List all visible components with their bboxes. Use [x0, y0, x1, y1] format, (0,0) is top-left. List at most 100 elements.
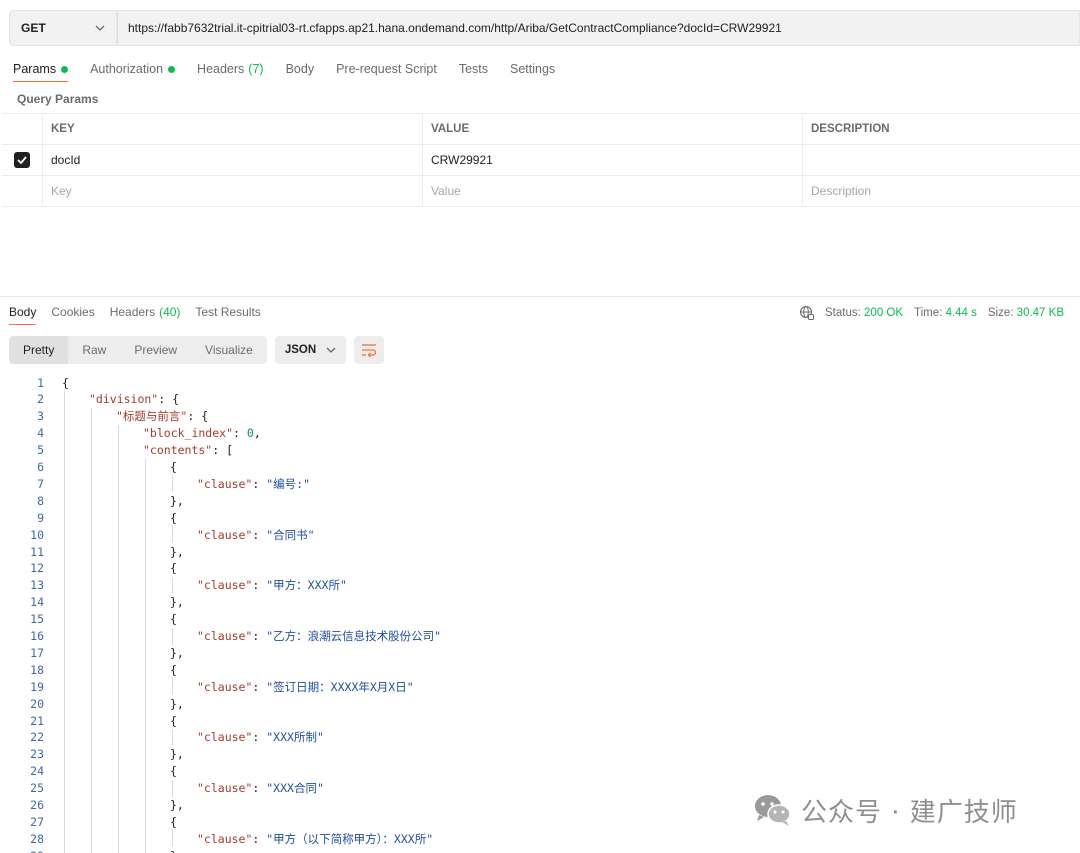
indent-guide [118, 661, 119, 679]
indent-guide [91, 712, 92, 729]
indent-guide [145, 678, 146, 696]
view-options: Pretty Raw Preview Visualize JSON [9, 336, 384, 364]
code-text: "contents": [ [143, 443, 234, 458]
line-number: 20 [30, 696, 44, 711]
tab-response-body[interactable]: Body [9, 305, 37, 325]
checkbox[interactable] [14, 152, 30, 168]
indent-guide [64, 762, 65, 780]
param-key-cell[interactable]: docId [43, 145, 423, 175]
indent-guide [145, 492, 146, 510]
code-line: 20}, [0, 695, 1080, 713]
format-select[interactable]: JSON [274, 336, 346, 364]
code-line: 6{ [0, 458, 1080, 476]
indent-guide [172, 576, 173, 594]
tab-test-results[interactable]: Test Results [195, 305, 260, 319]
time-value[interactable]: 4.44 s [946, 307, 977, 319]
tab-prerequest-script[interactable]: Pre-request Script [336, 62, 437, 76]
code-text: "block_index": 0, [143, 426, 261, 441]
tab-headers[interactable]: Headers (7) [197, 62, 264, 76]
line-number: 4 [37, 426, 44, 441]
line-number: 3 [37, 409, 44, 424]
indent-guide [64, 509, 65, 527]
code-line: 16 "clause": "乙方：浪潮云信息技术股份公司" [0, 627, 1080, 645]
indent-guide [91, 593, 92, 611]
globe-icon[interactable] [799, 305, 815, 321]
key-input[interactable]: Key [43, 176, 423, 206]
pane-divider[interactable] [0, 296, 1080, 297]
method-label: GET [21, 21, 46, 35]
tab-body-label: Body [285, 62, 315, 76]
tab-settings[interactable]: Settings [510, 62, 555, 76]
chevron-down-icon [94, 22, 106, 34]
indent-guide [64, 610, 65, 628]
view-pretty-button[interactable]: Pretty [9, 336, 69, 364]
indent-guide [91, 610, 92, 628]
line-number: 15 [30, 612, 44, 627]
code-line: 2 "division": { [0, 390, 1080, 408]
response-body-editor[interactable]: 1{2 "division": {3 "标题与前言": {4 "block_index… [0, 374, 1080, 853]
line-number: 1 [37, 375, 44, 390]
indent-guide [91, 576, 92, 594]
indent-guide [64, 526, 65, 544]
code-line: 13 "clause": "甲方：XXX所" [0, 576, 1080, 594]
indent-guide [91, 458, 92, 476]
time-group: Time: 4.44 s [914, 307, 977, 319]
size-value[interactable]: 30.47 KB [1017, 307, 1064, 319]
tab-prerequest-label: Pre-request Script [336, 62, 437, 76]
status-label: Status: [825, 307, 861, 319]
indent-guide [145, 779, 146, 797]
status-value[interactable]: 200 OK [864, 307, 903, 319]
tab-params[interactable]: Params [13, 62, 69, 82]
wrap-lines-icon [361, 344, 376, 357]
tab-cookies[interactable]: Cookies [51, 305, 94, 319]
indent-guide [64, 576, 65, 594]
indent-guide [91, 475, 92, 493]
indent-guide [172, 830, 173, 848]
indent-guide [64, 728, 65, 746]
view-preview-button[interactable]: Preview [120, 336, 191, 364]
indent-guide [118, 796, 119, 814]
indent-guide [91, 779, 92, 797]
code-text: "clause": "甲方（以下简称甲方）：XXX所" [197, 831, 434, 846]
code-text: }, [170, 645, 184, 660]
tab-response-headers[interactable]: Headers (40) [110, 305, 181, 319]
indent-guide [145, 610, 146, 628]
indent-guide [91, 526, 92, 544]
view-raw-button[interactable]: Raw [68, 336, 120, 364]
code-line: 18 { [0, 661, 1080, 679]
headers-count: (7) [248, 62, 264, 76]
code-text: "clause": "合同书" [197, 527, 315, 542]
indent-guide [118, 492, 119, 510]
table-row: docId CRW29921 [2, 145, 1080, 176]
value-input[interactable]: Value [423, 176, 803, 206]
url-input[interactable]: https://fabb7632trial.it-cpitrial03-rt.c… [117, 10, 1080, 46]
size-label: Size: [987, 307, 1014, 319]
line-number: 12 [30, 561, 44, 576]
tab-tests[interactable]: Tests [459, 62, 488, 76]
line-number: 9 [37, 510, 44, 525]
method-select[interactable]: GET [9, 10, 117, 46]
indent-guide [118, 627, 119, 645]
wechat-logo-icon [755, 795, 791, 826]
code-text: { [170, 764, 177, 779]
param-value-cell[interactable]: CRW29921 [423, 145, 803, 175]
indent-guide [91, 627, 92, 645]
wrap-lines-button[interactable] [353, 336, 384, 364]
column-header-description: DESCRIPTION [811, 123, 890, 135]
param-description-cell[interactable] [803, 145, 1080, 175]
code-text: "clause": "乙方：浪潮云信息技术股份公司" [197, 629, 442, 643]
tab-cookies-label: Cookies [51, 305, 95, 319]
line-number: 17 [30, 645, 44, 660]
view-visualize-button[interactable]: Visualize [191, 336, 267, 364]
indent-guide [172, 526, 173, 544]
code-text: }, [170, 696, 184, 711]
indent-guide [91, 559, 92, 577]
tab-headers-label: Headers [197, 62, 245, 76]
tab-body[interactable]: Body [286, 62, 315, 76]
code-line: 17}, [0, 644, 1080, 662]
description-input[interactable]: Description [803, 176, 1080, 206]
indent-guide [118, 762, 119, 780]
indent-guide [172, 678, 173, 696]
tab-authorization[interactable]: Authorization [90, 62, 176, 76]
code-line: 10 "clause": "合同书" [0, 526, 1080, 544]
